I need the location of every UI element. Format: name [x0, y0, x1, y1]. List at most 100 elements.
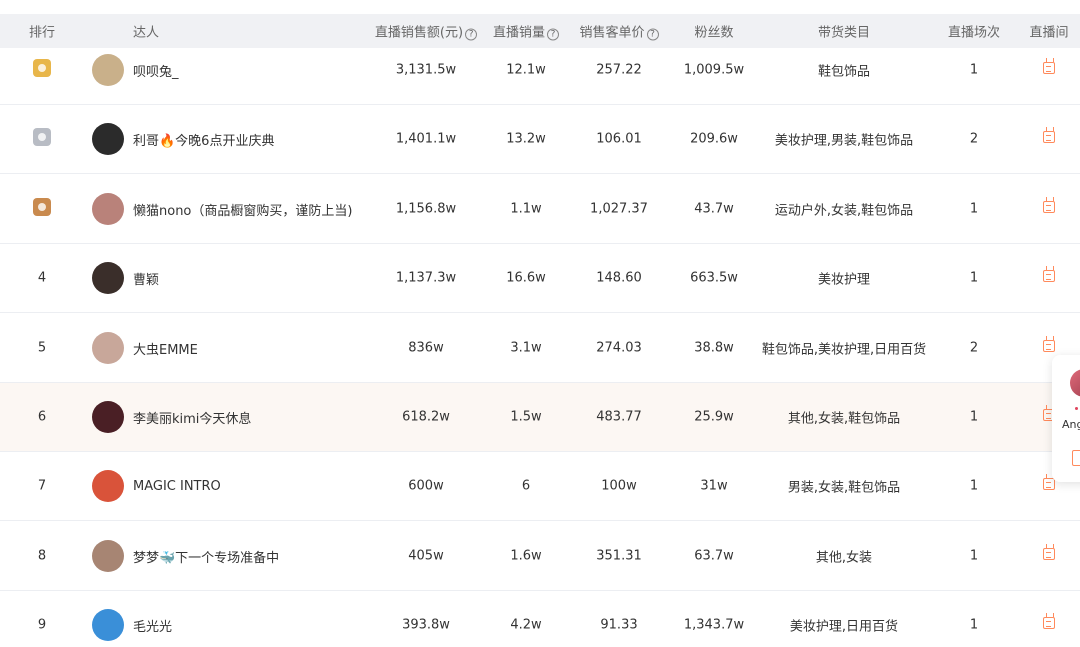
live-dot-icon — [1075, 407, 1078, 410]
live-room-cell[interactable] — [1025, 548, 1073, 564]
streamer-name[interactable]: 曹颖 — [133, 269, 159, 288]
streamer-name[interactable]: 李美丽kimi今天休息 — [133, 408, 251, 427]
live-room-cell[interactable] — [1025, 270, 1073, 286]
live-room-cell[interactable] — [1025, 62, 1073, 78]
rank-number: 6 — [37, 409, 47, 425]
live-room-icon[interactable] — [1043, 131, 1055, 143]
fans-value: 31w — [700, 478, 728, 494]
live-room-icon[interactable] — [1043, 201, 1055, 213]
rank-cell — [0, 198, 84, 220]
rank-cell: 9 — [0, 618, 84, 633]
table-row[interactable]: 7 MAGIC INTRO 600w 6 100w 31w 男装,女装,鞋包饰品… — [0, 452, 1080, 521]
live-room-icon[interactable] — [1072, 450, 1080, 466]
rank-cell — [0, 128, 84, 150]
rank-number: 9 — [37, 617, 47, 633]
fans-value: 38.8w — [694, 340, 734, 356]
volume-value: 6 — [521, 478, 531, 494]
volume-value: 13.2w — [506, 131, 546, 147]
category-value: 其他,女装,鞋包饰品 — [787, 411, 901, 427]
streamer-cell[interactable]: 梦梦🐳下一个专场准备中 — [92, 540, 279, 572]
sessions-value: 1 — [969, 478, 979, 494]
table-row[interactable]: 5 大虫EMME 836w 3.1w 274.03 38.8w 鞋包饰品,美妆护… — [0, 314, 1080, 383]
sessions-value: 1 — [969, 617, 979, 633]
sales-value: 600w — [408, 478, 444, 494]
streamer-name[interactable]: 懒猫nono（商品橱窗购买，谨防上当) — [133, 200, 352, 219]
avatar[interactable] — [92, 54, 124, 86]
sessions-value: 2 — [969, 131, 979, 147]
rank-cell: 5 — [0, 341, 84, 356]
live-room-icon[interactable] — [1043, 548, 1055, 560]
table-row[interactable]: 8 梦梦🐳下一个专场准备中 405w 1.6w 351.31 63.7w 其他,… — [0, 522, 1080, 591]
fans-value: 43.7w — [694, 201, 734, 217]
streamer-cell[interactable]: 懒猫nono（商品橱窗购买，谨防上当) — [92, 193, 352, 225]
live-room-icon[interactable] — [1043, 270, 1055, 282]
rank-cell: 4 — [0, 271, 84, 286]
live-room-icon[interactable] — [1043, 617, 1055, 629]
sales-value: 1,401.1w — [395, 131, 457, 147]
live-room-cell[interactable] — [1025, 340, 1073, 356]
table-row[interactable]: 懒猫nono（商品橱窗购买，谨防上当) 1,156.8w 1.1w 1,027.… — [0, 175, 1080, 244]
avatar[interactable] — [92, 193, 124, 225]
sessions-value: 1 — [969, 409, 979, 425]
fans-value: 663.5w — [690, 270, 738, 286]
rank-cell: 6 — [0, 410, 84, 425]
sales-value: 836w — [408, 340, 444, 356]
category-value: 美妆护理,男装,鞋包饰品 — [774, 133, 914, 149]
category-value: 美妆护理 — [817, 272, 870, 288]
streamer-cell[interactable]: 大虫EMME — [92, 332, 198, 364]
streamer-cell[interactable]: MAGIC INTRO — [92, 470, 221, 502]
streamer-cell[interactable]: 李美丽kimi今天休息 — [92, 401, 251, 433]
fans-value: 25.9w — [694, 409, 734, 425]
unit-price-value: 483.77 — [596, 409, 642, 425]
live-room-icon[interactable] — [1043, 62, 1055, 74]
sessions-value: 1 — [969, 270, 979, 286]
avatar[interactable] — [92, 262, 124, 294]
live-room-cell[interactable] — [1025, 131, 1073, 147]
floating-streamer-card[interactable]: Ang — [1052, 355, 1080, 482]
table-row[interactable]: 6 李美丽kimi今天休息 618.2w 1.5w 483.77 25.9w 其… — [0, 383, 1080, 452]
streamer-name[interactable]: 呗呗兔_ — [133, 61, 179, 80]
unit-price-value: 351.31 — [596, 548, 642, 564]
unit-price-value: 148.60 — [596, 270, 642, 286]
streamer-cell[interactable]: 毛光光 — [92, 609, 172, 641]
sessions-value: 2 — [969, 340, 979, 356]
unit-price-value: 257.22 — [596, 62, 642, 78]
sessions-value: 1 — [969, 62, 979, 78]
streamer-name[interactable]: MAGIC INTRO — [133, 479, 221, 494]
volume-value: 3.1w — [510, 340, 542, 356]
streamer-name[interactable]: 大虫EMME — [133, 339, 198, 358]
avatar[interactable] — [1070, 369, 1080, 397]
unit-price-value: 1,027.37 — [590, 201, 648, 217]
rank-number: 5 — [37, 340, 47, 356]
table-row[interactable]: 利哥🔥今晚6点开业庆典 1,401.1w 13.2w 106.01 209.6w… — [0, 105, 1080, 174]
avatar[interactable] — [92, 332, 124, 364]
table-row[interactable]: 4 曹颖 1,137.3w 16.6w 148.60 663.5w 美妆护理 1 — [0, 244, 1080, 313]
sessions-value: 1 — [969, 201, 979, 217]
avatar[interactable] — [92, 401, 124, 433]
streamer-name[interactable]: 梦梦🐳下一个专场准备中 — [133, 547, 279, 566]
streamer-name[interactable]: 毛光光 — [133, 616, 172, 635]
floating-card-label: Ang — [1062, 418, 1080, 431]
live-room-cell[interactable] — [1025, 201, 1073, 217]
streamer-cell[interactable]: 利哥🔥今晚6点开业庆典 — [92, 123, 274, 155]
table-row[interactable]: 9 毛光光 393.8w 4.2w 91.33 1,343.7w 美妆护理,日用… — [0, 591, 1080, 647]
sales-value: 3,131.5w — [395, 62, 457, 78]
category-value: 运动户外,女装,鞋包饰品 — [774, 203, 914, 219]
fans-value: 1,343.7w — [683, 617, 745, 633]
table-row[interactable]: 呗呗兔_ 3,131.5w 12.1w 257.22 1,009.5w 鞋包饰品… — [0, 36, 1080, 105]
live-room-icon[interactable] — [1043, 478, 1055, 490]
avatar[interactable] — [92, 470, 124, 502]
volume-value: 12.1w — [506, 62, 546, 78]
live-room-icon[interactable] — [1043, 340, 1055, 352]
avatar[interactable] — [92, 609, 124, 641]
streamer-name[interactable]: 利哥🔥今晚6点开业庆典 — [133, 130, 274, 149]
streamer-cell[interactable]: 曹颖 — [92, 262, 159, 294]
avatar[interactable] — [92, 123, 124, 155]
avatar[interactable] — [92, 540, 124, 572]
rank-number: 8 — [37, 548, 47, 564]
fans-value: 209.6w — [690, 131, 738, 147]
sessions-value: 1 — [969, 548, 979, 564]
streamer-cell[interactable]: 呗呗兔_ — [92, 54, 179, 86]
live-room-cell[interactable] — [1025, 617, 1073, 633]
unit-price-value: 106.01 — [596, 131, 642, 147]
